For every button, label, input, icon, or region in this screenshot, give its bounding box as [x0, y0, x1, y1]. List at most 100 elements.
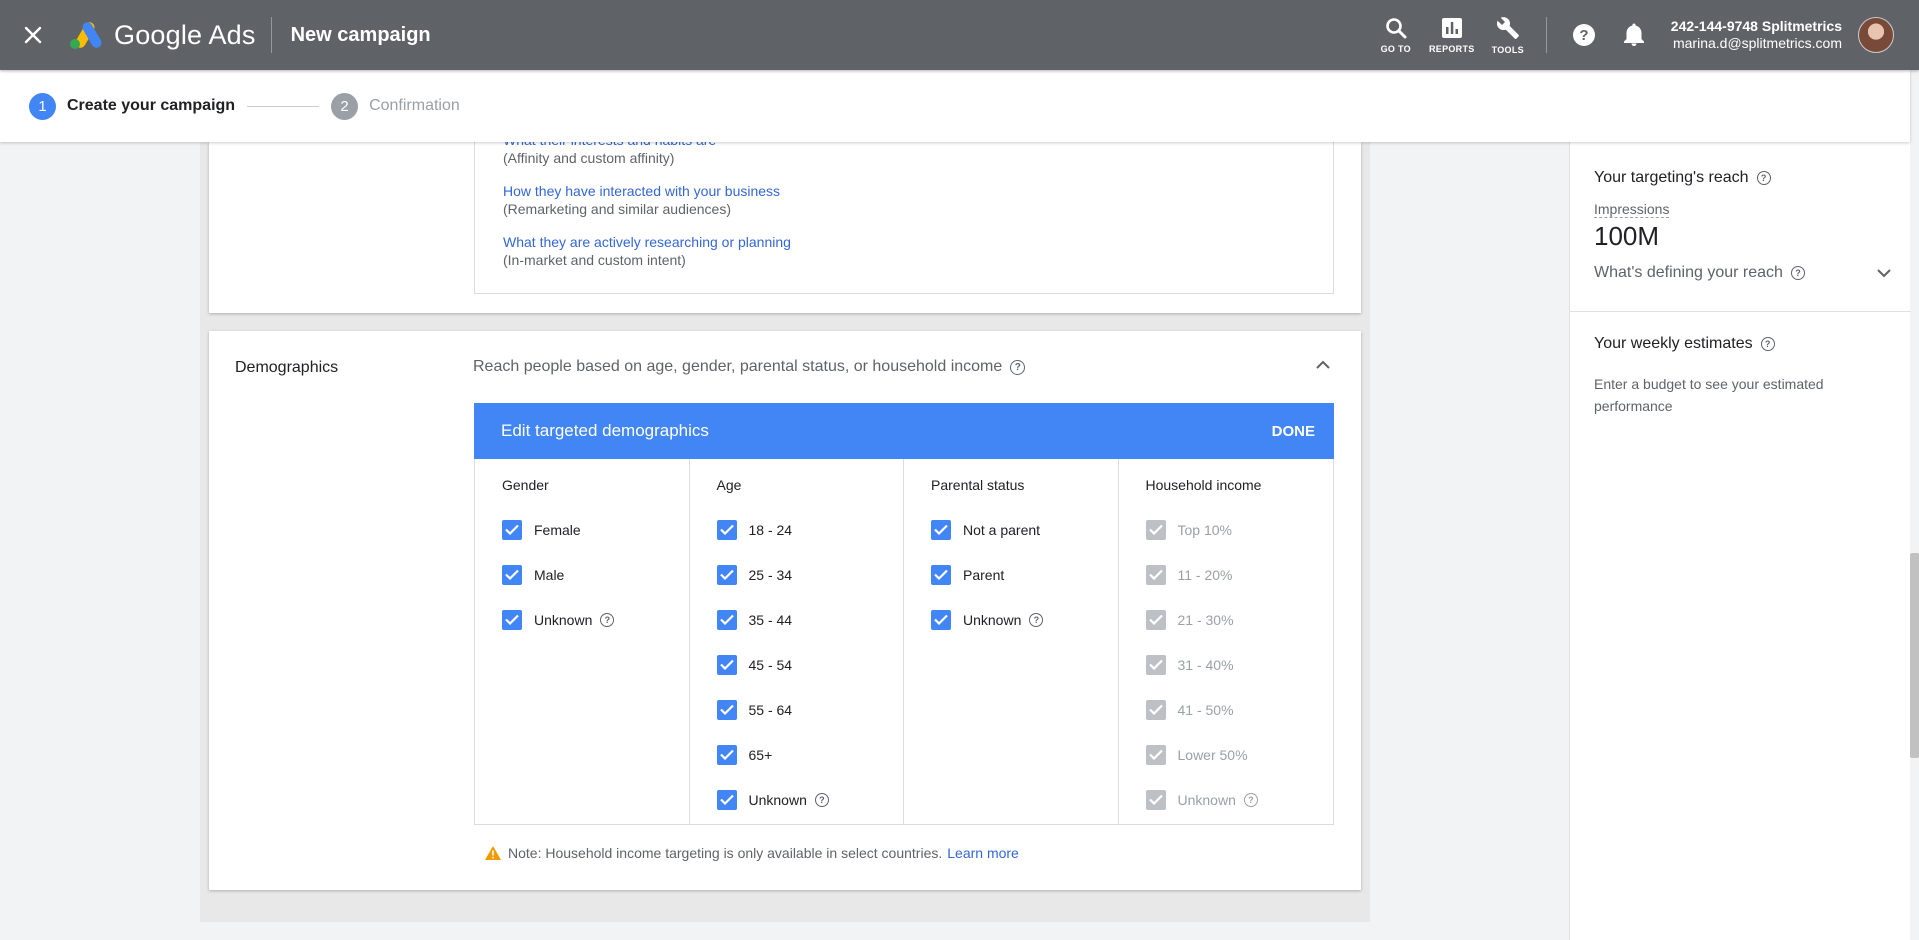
google-ads-logo[interactable]: Google Ads	[68, 20, 256, 51]
checkbox-option-disabled: Lower 50%	[1145, 732, 1334, 777]
help-icon[interactable]: ?	[1010, 359, 1026, 375]
checkbox-checked-icon[interactable]	[502, 564, 522, 585]
close-icon[interactable]	[18, 20, 48, 50]
checkbox-checked-icon[interactable]	[931, 519, 951, 540]
appbar-separator	[1545, 17, 1547, 53]
checkbox-checked-icon[interactable]	[716, 609, 737, 630]
option-label: 65+	[748, 746, 773, 763]
checkbox-option[interactable]: Unknown?	[502, 597, 689, 642]
defining-reach-toggle[interactable]: What's defining your reach ?	[1594, 264, 1891, 282]
help-icon[interactable]: ?	[814, 792, 829, 807]
search-icon	[1385, 17, 1407, 38]
checkbox-checked-icon[interactable]	[716, 519, 737, 540]
help-icon[interactable]: ?	[1790, 266, 1805, 280]
step-connector	[247, 105, 320, 107]
gender-column: Gender Female Male Unknown?	[475, 459, 690, 824]
column-heading: Age	[716, 477, 742, 493]
checkbox-checked-icon[interactable]	[716, 789, 737, 810]
help-icon[interactable]: ?	[1756, 171, 1771, 185]
avatar[interactable]	[1858, 17, 1894, 53]
option-label: 31 - 40%	[1177, 656, 1234, 673]
option-label: Unknown	[748, 791, 807, 808]
wrench-icon	[1496, 16, 1519, 39]
tools-button[interactable]: TOOLS	[1480, 0, 1536, 70]
demographics-card: Demographics Reach people based on age, …	[209, 331, 1361, 890]
done-button[interactable]: DONE	[1272, 423, 1315, 440]
checkbox-option[interactable]: 55 - 64	[716, 687, 904, 732]
warning-icon	[485, 846, 501, 860]
step-label: Confirmation	[369, 97, 460, 114]
audience-sub: (Affinity and custom affinity)	[503, 150, 675, 166]
checkbox-option-disabled: 11 - 20%	[1145, 552, 1334, 597]
checkbox-checked-icon	[1145, 609, 1166, 630]
panel-divider	[1570, 311, 1911, 312]
checkbox-option[interactable]: 25 - 34	[716, 552, 904, 597]
weekly-estimates-section: Your weekly estimates ? Enter a budget t…	[1594, 335, 1854, 417]
checkbox-checked-icon[interactable]	[716, 699, 737, 720]
checkbox-option[interactable]: Female	[502, 507, 689, 552]
step-number: 2	[331, 92, 359, 120]
appbar-tools: GO TO REPORTS TOOLS ? 242-144-9748 Split…	[1368, 0, 1919, 70]
checkbox-option[interactable]: 18 - 24	[716, 507, 904, 552]
audience-option-in-market[interactable]: What they are actively researching or pl…	[503, 234, 791, 268]
checkbox-checked-icon	[1145, 744, 1166, 765]
checkbox-option[interactable]: Parent	[931, 552, 1118, 597]
google-ads-logo-icon	[70, 22, 102, 49]
step-label: Create your campaign	[67, 97, 236, 114]
goto-button[interactable]: GO TO	[1368, 0, 1424, 70]
checkbox-option[interactable]: Unknown?	[716, 777, 904, 822]
checkbox-option[interactable]: 65+	[716, 732, 904, 777]
account-info[interactable]: 242-144-9748 Splitmetrics marina.d@split…	[1671, 18, 1842, 52]
help-icon[interactable]: ?	[1243, 792, 1258, 807]
checkbox-option[interactable]: Not a parent	[931, 507, 1118, 552]
checkbox-option-disabled: 21 - 30%	[1145, 597, 1334, 642]
checkbox-checked-icon[interactable]	[716, 744, 737, 765]
household-income-note: Note: Household income targeting is only…	[484, 845, 1019, 861]
checkbox-option[interactable]: 45 - 54	[716, 642, 904, 687]
checkbox-option[interactable]: Male	[502, 552, 689, 597]
checkbox-checked-icon[interactable]	[502, 609, 522, 630]
reports-button[interactable]: REPORTS	[1424, 0, 1480, 70]
reach-title-text: Your targeting's reach	[1594, 169, 1749, 186]
help-button[interactable]: ?	[1559, 0, 1609, 70]
weekly-title-text: Your weekly estimates	[1594, 335, 1753, 352]
help-icon[interactable]: ?	[600, 612, 615, 627]
reach-title: Your targeting's reach ?	[1594, 169, 1891, 187]
audience-sub: (Remarketing and similar audiences)	[503, 201, 731, 217]
checkbox-checked-icon[interactable]	[716, 654, 737, 675]
edit-demographics-title: Edit targeted demographics	[501, 421, 709, 440]
checkbox-checked-icon	[1145, 654, 1166, 675]
chevron-down-icon[interactable]	[1877, 268, 1891, 278]
step-confirmation[interactable]: 2 Confirmation	[331, 92, 460, 120]
notifications-button[interactable]	[1609, 0, 1659, 70]
parental-status-column: Parental status Not a parent Parent Unkn…	[904, 459, 1119, 824]
edit-demographics-header: Edit targeted demographics DONE	[474, 403, 1334, 459]
audience-option-remarketing[interactable]: How they have interacted with your busin…	[503, 183, 780, 217]
chevron-up-icon[interactable]	[1315, 357, 1331, 375]
checkbox-option[interactable]: Unknown?	[931, 597, 1118, 642]
campaign-stepper: 1 Create your campaign 2 Confirmation	[0, 70, 1910, 142]
checkbox-checked-icon[interactable]	[502, 519, 522, 540]
help-icon[interactable]: ?	[1760, 337, 1775, 351]
checkbox-checked-icon[interactable]	[931, 609, 951, 630]
checkbox-checked-icon	[1145, 519, 1166, 540]
brand-name: Google Ads	[114, 19, 256, 50]
checkbox-checked-icon[interactable]	[716, 564, 737, 585]
checkbox-option-disabled: 31 - 40%	[1145, 642, 1334, 687]
impressions-value: 100M	[1594, 221, 1660, 251]
age-column: Age 18 - 24 25 - 34 35 - 44 45 - 54 55 -…	[690, 459, 904, 824]
column-heading: Gender	[502, 477, 549, 493]
impressions-label[interactable]: Impressions	[1594, 201, 1670, 218]
learn-more-link[interactable]: Learn more	[947, 845, 1019, 861]
app-bar: Google Ads New campaign GO TO REPORTS TO…	[0, 0, 1919, 70]
audience-link[interactable]: What they are actively researching or pl…	[503, 234, 791, 250]
help-icon[interactable]: ?	[1029, 612, 1044, 627]
page-scrollbar[interactable]	[1910, 553, 1919, 758]
checkbox-checked-icon[interactable]	[931, 564, 951, 585]
reach-panel: Your targeting's reach ? Impressions 100…	[1569, 142, 1911, 940]
step-create-campaign[interactable]: 1 Create your campaign	[29, 92, 236, 120]
defining-reach-label: What's defining your reach	[1594, 264, 1783, 281]
audience-link[interactable]: How they have interacted with your busin…	[503, 183, 780, 199]
checkbox-option-disabled: Unknown?	[1145, 777, 1334, 822]
checkbox-option[interactable]: 35 - 44	[716, 597, 904, 642]
